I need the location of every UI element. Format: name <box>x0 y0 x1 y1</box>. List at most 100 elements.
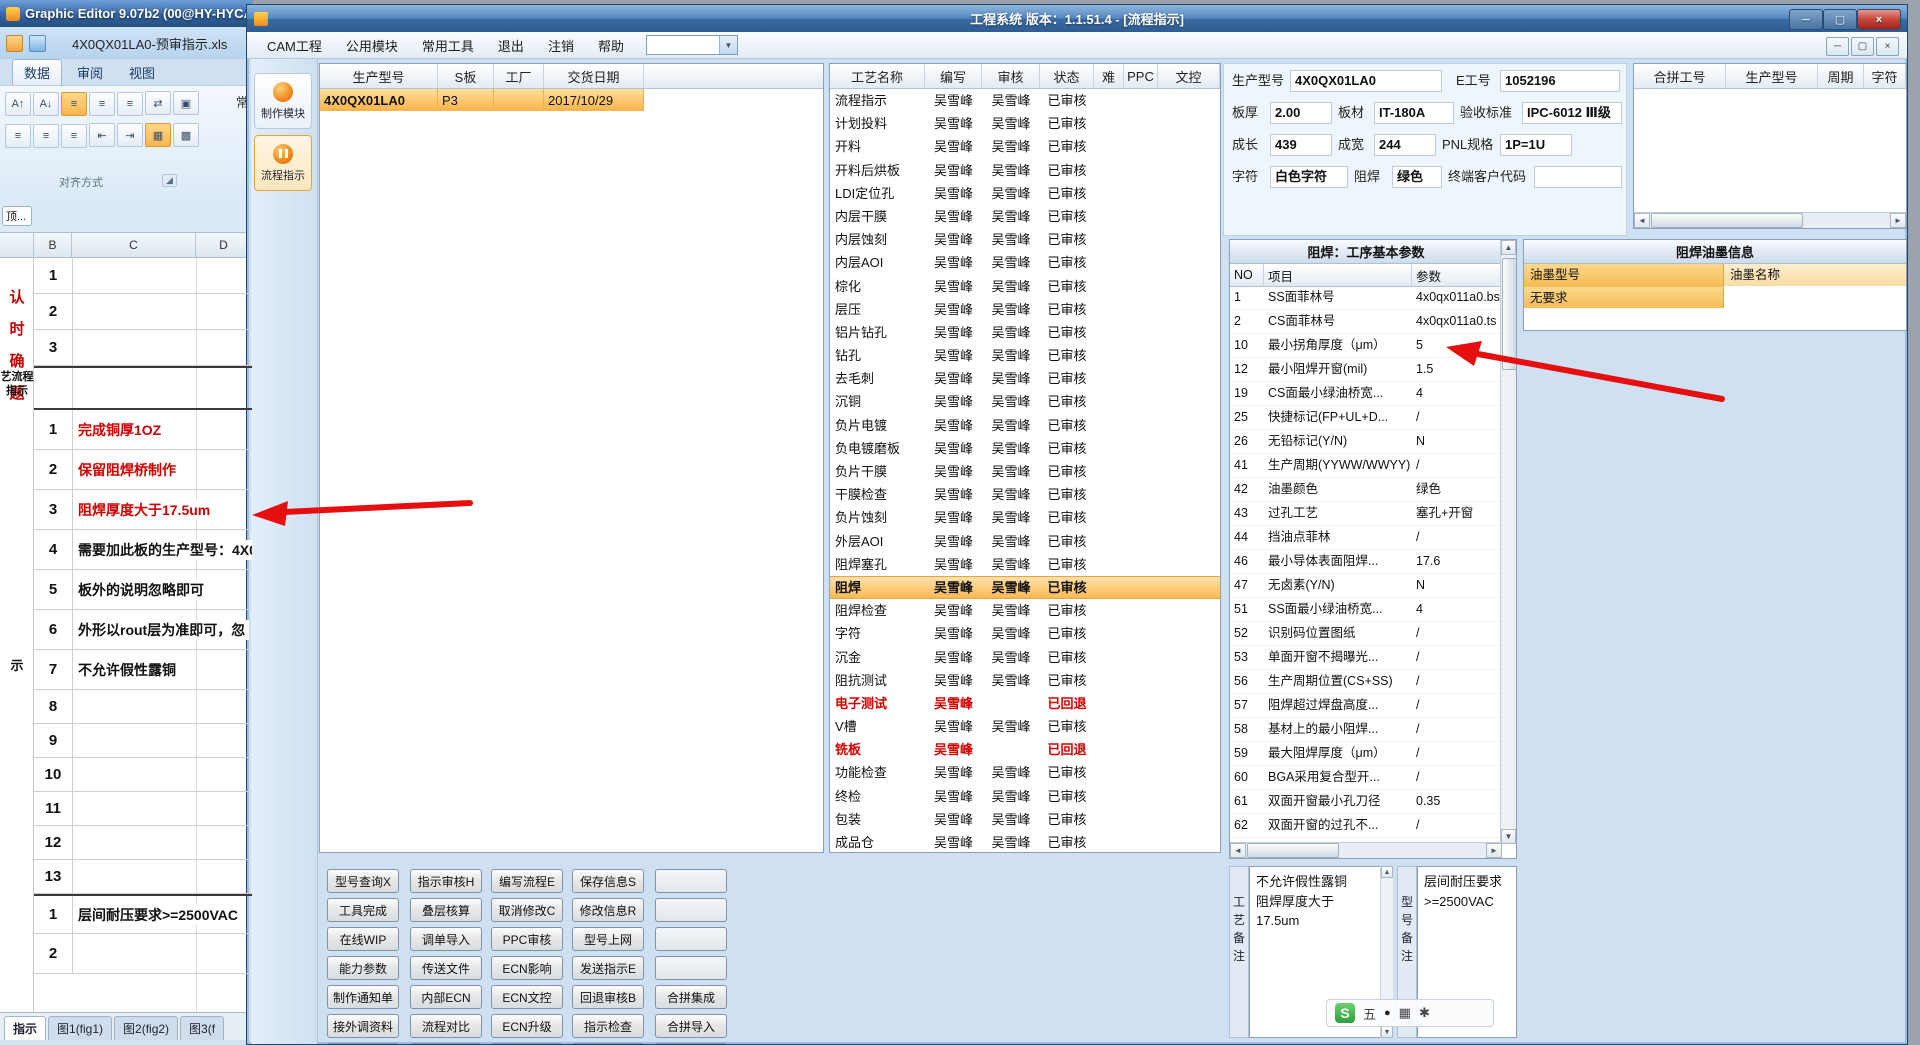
quick-access-icon-1[interactable] <box>6 34 23 52</box>
param-row[interactable]: 1 SS面菲林号 4x0qx011a0.bs <box>1230 286 1502 310</box>
spreadsheet-row[interactable]: 5 板外的说明忽略即可 <box>34 570 252 610</box>
close-button[interactable]: × <box>1857 9 1901 30</box>
align-right-icon[interactable]: ≡ <box>61 123 87 148</box>
param-row[interactable]: 10 最小拐角厚度（μm） 5 <box>1230 334 1502 358</box>
sheet-tab-4[interactable]: 图3(f <box>180 1016 225 1040</box>
scroll-down-icon[interactable]: ▼ <box>1381 1026 1393 1038</box>
process-row[interactable]: 干膜检查 吴雪峰 吴雪峰 已审核 <box>830 483 1220 506</box>
action-button-4-3[interactable]: 回退审核B <box>572 985 644 1009</box>
process-row[interactable]: 负片蚀刻 吴雪峰 吴雪峰 已审核 <box>830 506 1220 529</box>
process-row[interactable]: LDI定位孔 吴雪峰 吴雪峰 已审核 <box>830 182 1220 205</box>
mdi-minimize-icon[interactable]: ─ <box>1826 37 1849 56</box>
action-button-3-2[interactable]: ECN影响 <box>491 956 563 980</box>
merge-cells-icon[interactable]: ▣ <box>173 91 199 115</box>
column-header-corner[interactable] <box>0 233 34 257</box>
spreadsheet-row[interactable]: 2 <box>34 294 252 330</box>
param-row[interactable]: 26 无铅标记(Y/N) N <box>1230 430 1502 454</box>
process-row[interactable]: 沉金 吴雪峰 吴雪峰 已审核 <box>830 646 1220 669</box>
main-titlebar[interactable]: 工程系统 版本：1.1.51.4 - [流程指示] ─ ▢ × <box>247 5 1907 32</box>
column-header-b[interactable]: B <box>34 233 72 257</box>
font-shrink-icon[interactable]: A↓ <box>33 91 59 116</box>
sheet-tab-3[interactable]: 图2(fig2) <box>114 1016 179 1040</box>
process-row[interactable]: 铣板 吴雪峰 已回退 <box>830 738 1220 761</box>
ribbon-tab-review[interactable]: 审阅 <box>66 60 114 85</box>
wubi-mode-icon[interactable]: 五 <box>1363 1004 1376 1023</box>
product-row-selected[interactable]: 4X0QX01LA0 P3 2017/10/29 <box>320 89 823 111</box>
spreadsheet-row[interactable]: 2 <box>34 934 252 974</box>
param-row[interactable]: 56 生产周期位置(CS+SS) / <box>1230 670 1502 694</box>
action-button-blank[interactable] <box>655 898 727 922</box>
font-grow-icon[interactable]: A↑ <box>5 91 31 116</box>
spreadsheet-row[interactable]: 3 <box>34 330 252 366</box>
param-row[interactable]: 43 过孔工艺 塞孔+开窗 <box>1230 502 1502 526</box>
param-row[interactable]: 61 双面开窗最小孔刀径 0.35 <box>1230 790 1502 814</box>
process-row[interactable]: 阻抗测试 吴雪峰 吴雪峰 已审核 <box>830 669 1220 692</box>
process-row[interactable]: 阻焊检查 吴雪峰 吴雪峰 已审核 <box>830 599 1220 622</box>
spreadsheet-row[interactable]: 8 <box>34 690 252 724</box>
tools-wrench-icon[interactable]: ✱ <box>1419 1005 1430 1021</box>
param-row[interactable]: 51 SS面最小绿油桥宽... 4 <box>1230 598 1502 622</box>
dialog-launcher-icon[interactable]: ◢ <box>162 174 177 187</box>
action-button-2-3[interactable]: 型号上网 <box>572 927 644 951</box>
param-row[interactable]: 47 无卤素(Y/N) N <box>1230 574 1502 598</box>
maximize-button[interactable]: ▢ <box>1823 9 1857 30</box>
param-row[interactable]: 25 快捷标记(FP+UL+D... / <box>1230 406 1502 430</box>
spreadsheet-row[interactable]: 12 <box>34 826 252 860</box>
name-box[interactable]: 顶... <box>2 206 32 226</box>
align-top-icon[interactable]: ≡ <box>61 91 87 116</box>
combo-arrow-icon[interactable]: ▼ <box>718 36 737 54</box>
action-button-5-0[interactable]: 接外调资料 <box>327 1014 399 1038</box>
orientation-icon[interactable]: ⇄ <box>145 91 171 115</box>
ribbon-tab-view[interactable]: 视图 <box>118 60 166 85</box>
process-row[interactable]: 负电镀磨板 吴雪峰 吴雪峰 已审核 <box>830 437 1220 460</box>
spreadsheet-row[interactable]: 10 <box>34 758 252 792</box>
sheet-tab-1[interactable]: 指示 <box>4 1016 47 1040</box>
spreadsheet-row[interactable]: 3 阻焊厚度大于17.5um <box>34 490 252 530</box>
action-button-5-1[interactable]: 流程对比 <box>410 1014 482 1038</box>
col-header-5[interactable]: 阻焊 <box>1906 64 1907 88</box>
action-button-4-0[interactable]: 制作通知单 <box>327 985 399 1009</box>
col-header-1[interactable]: 生产型号 <box>320 64 438 88</box>
action-button-5-3[interactable]: 指示检查 <box>572 1014 644 1038</box>
indent-increase-icon[interactable]: ⇥ <box>117 123 143 147</box>
col-header-6[interactable]: PPC <box>1124 64 1158 88</box>
scroll-thumb[interactable] <box>1651 213 1803 228</box>
process-row[interactable]: V槽 吴雪峰 吴雪峰 已审核 <box>830 715 1220 738</box>
menu-item-1[interactable]: CAM工程 <box>255 32 334 59</box>
param-row[interactable]: 2 CS面菲林号 4x0qx011a0.ts <box>1230 310 1502 334</box>
process-row[interactable]: 外层AOI 吴雪峰 吴雪峰 已审核 <box>830 530 1220 553</box>
col-header-4[interactable]: 字符 <box>1864 64 1906 88</box>
menu-item-3[interactable]: 常用工具 <box>410 32 486 59</box>
param-row[interactable]: 44 挡油点菲林 / <box>1230 526 1502 550</box>
menu-item-4[interactable]: 退出 <box>486 32 536 59</box>
param-row[interactable]: 58 基材上的最小阻焊... / <box>1230 718 1502 742</box>
action-button-4-2[interactable]: ECN文控 <box>491 985 563 1009</box>
sogou-input-icon[interactable]: S <box>1335 1003 1355 1023</box>
spreadsheet-grid[interactable]: 认 时 确 题 艺流程指示 示 1 2 3 1 完成铜厚1OZ 2 保留阻焊桥制作 3 阻焊厚度… <box>0 258 252 1012</box>
param-row[interactable]: 41 生产周期(YYWW/WWYY) / <box>1230 454 1502 478</box>
align-bottom-icon[interactable]: ≡ <box>117 91 143 116</box>
action-button-4-1[interactable]: 内部ECN <box>410 985 482 1009</box>
format-icon[interactable]: ▩ <box>173 123 199 147</box>
action-button-2-2[interactable]: PPC审核 <box>491 927 563 951</box>
action-button-blank[interactable] <box>655 956 727 980</box>
scroll-thumb[interactable] <box>1502 258 1516 370</box>
merge-hscrollbar[interactable]: ◄ ► <box>1634 212 1906 228</box>
spreadsheet-row[interactable]: 6 外形以rout层为准即可，忽 <box>34 610 252 650</box>
action-button-0-0[interactable]: 型号查询X <box>327 869 399 893</box>
action-button-3-3[interactable]: 发送指示E <box>572 956 644 980</box>
action-button-1-2[interactable]: 取消修改C <box>491 898 563 922</box>
param-row[interactable]: 57 阻焊超过焊盘高度... / <box>1230 694 1502 718</box>
scroll-up-icon[interactable]: ▲ <box>1501 240 1516 255</box>
spreadsheet-row[interactable]: 9 <box>34 724 252 758</box>
column-header-c[interactable]: C <box>72 233 196 257</box>
param-row[interactable]: 12 最小阻焊开窗(mil) 1.5 <box>1230 358 1502 382</box>
ink-row[interactable]: 无要求 <box>1524 286 1906 308</box>
process-row[interactable]: 计划投料 吴雪峰 吴雪峰 已审核 <box>830 112 1220 135</box>
process-row[interactable]: 内层干膜 吴雪峰 吴雪峰 已审核 <box>830 205 1220 228</box>
col-header-5[interactable]: 难 <box>1094 64 1124 88</box>
process-row[interactable]: 开料 吴雪峰 吴雪峰 已审核 <box>830 135 1220 158</box>
sidebar-button-make-module[interactable]: 制作模块 <box>254 73 312 129</box>
indent-decrease-icon[interactable]: ⇤ <box>89 123 115 147</box>
mdi-close-icon[interactable]: × <box>1876 37 1899 56</box>
